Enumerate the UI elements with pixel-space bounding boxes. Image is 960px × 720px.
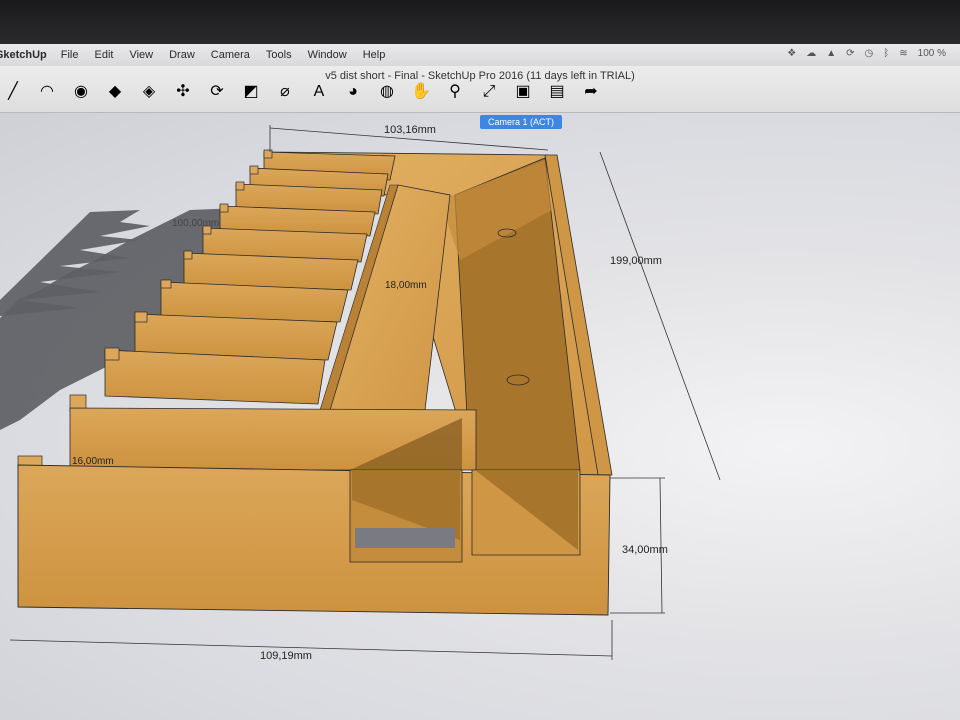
model-scene[interactable] [0,0,960,720]
dim-height[interactable]: 34,00mm [622,544,668,556]
dim-right[interactable]: 199,00mm [610,255,662,267]
screenshot: SketchUp File Edit View Draw Camera Tool… [0,0,960,720]
opening-floor [355,528,455,548]
dim-left[interactable]: 16,00mm [72,456,114,467]
dim-bottom[interactable]: 109,19mm [260,650,312,662]
dim-shadow[interactable]: 100,00mm [172,218,219,229]
dim-top[interactable]: 103,16mm [384,124,436,136]
dim-inner[interactable]: 18,00mm [385,280,427,291]
